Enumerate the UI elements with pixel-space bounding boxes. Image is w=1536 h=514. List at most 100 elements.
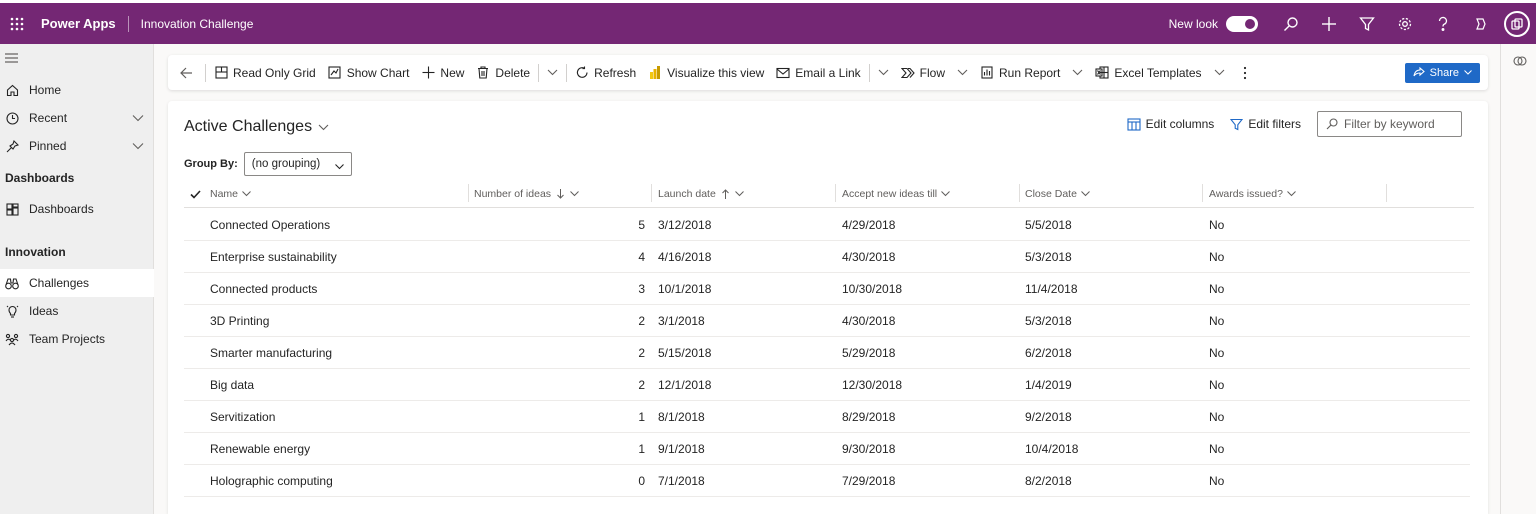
environment-name[interactable]: Innovation Challenge bbox=[141, 17, 254, 31]
edit-columns-button[interactable]: Edit columns bbox=[1127, 117, 1214, 131]
read-only-grid-button[interactable]: Read Only Grid bbox=[208, 55, 322, 90]
waffle-icon[interactable] bbox=[3, 10, 31, 38]
copilot-icon[interactable] bbox=[1462, 5, 1500, 43]
chevron-down-icon[interactable] bbox=[1208, 55, 1231, 90]
chevron-down-icon bbox=[334, 161, 344, 173]
search-icon[interactable] bbox=[1272, 5, 1310, 43]
cell-name[interactable]: Big data bbox=[210, 369, 254, 401]
chevron-down-icon[interactable] bbox=[132, 111, 144, 125]
group-by-select[interactable]: (no grouping) bbox=[243, 152, 352, 176]
column-header-awards-issued[interactable]: Awards issued? bbox=[1209, 180, 1296, 208]
copilot-icon[interactable] bbox=[1513, 54, 1527, 71]
sidebar-item-home[interactable]: Home bbox=[0, 76, 154, 104]
right-rail bbox=[1500, 44, 1536, 514]
binoculars-icon bbox=[5, 276, 19, 290]
show-chart-button[interactable]: Show Chart bbox=[322, 55, 416, 90]
filter-icon bbox=[1230, 118, 1244, 131]
new-look-toggle[interactable] bbox=[1226, 15, 1258, 32]
table-row[interactable]: 3D Printing 2 3/1/2018 4/30/2018 5/3/201… bbox=[184, 305, 1470, 337]
cell-name[interactable]: Connected products bbox=[210, 273, 317, 305]
cell-name[interactable]: Enterprise sustainability bbox=[210, 241, 337, 273]
cell-close-date: 5/5/2018 bbox=[1025, 218, 1072, 232]
table-row[interactable]: Connected products 3 10/1/2018 10/30/201… bbox=[184, 273, 1470, 305]
table-row[interactable]: Smarter manufacturing 2 5/15/2018 5/29/2… bbox=[184, 337, 1470, 369]
view-selector[interactable]: Active Challenges bbox=[184, 118, 329, 136]
sidebar-item-dashboards[interactable]: Dashboards bbox=[0, 195, 154, 223]
select-all-checkbox[interactable] bbox=[190, 180, 201, 208]
table-row[interactable]: Enterprise sustainability 4 4/16/2018 4/… bbox=[184, 241, 1470, 273]
run-report-button[interactable]: Run Report bbox=[974, 55, 1066, 90]
cell-close-date: 6/2/2018 bbox=[1025, 346, 1072, 360]
column-header-name[interactable]: Name bbox=[210, 180, 251, 208]
cell-ideas: 2 bbox=[638, 346, 645, 360]
excel-templates-button[interactable]: Excel Templates bbox=[1089, 55, 1207, 90]
cell-accept-date: 9/30/2018 bbox=[842, 442, 896, 456]
chevron-down-icon[interactable] bbox=[872, 55, 895, 90]
table-row[interactable]: Renewable energy 1 9/1/2018 9/30/2018 10… bbox=[184, 433, 1470, 465]
cell-name[interactable]: Renewable energy bbox=[210, 433, 310, 465]
hamburger-icon[interactable] bbox=[5, 52, 21, 66]
cell-accept-date: 4/30/2018 bbox=[842, 250, 896, 264]
column-header-label: Awards issued? bbox=[1209, 188, 1283, 200]
cell-close-date: 5/3/2018 bbox=[1025, 314, 1072, 328]
account-icon[interactable] bbox=[1504, 10, 1530, 37]
cell-name[interactable]: Connected Operations bbox=[210, 209, 330, 241]
cell-ideas: 0 bbox=[638, 474, 645, 488]
email-link-label: Email a Link bbox=[795, 65, 861, 80]
cell-name[interactable]: 3D Printing bbox=[210, 305, 269, 337]
settings-icon[interactable] bbox=[1386, 5, 1424, 43]
chevron-down-icon bbox=[570, 191, 579, 197]
email-link-button[interactable]: Email a Link bbox=[770, 55, 866, 90]
table-row[interactable]: Holographic computing 0 7/1/2018 7/29/20… bbox=[184, 465, 1470, 497]
share-icon bbox=[1413, 67, 1425, 78]
chevron-down-icon bbox=[1081, 191, 1090, 197]
filter-by-keyword-input[interactable]: Filter by keyword bbox=[1317, 111, 1462, 137]
cell-close-date: 5/3/2018 bbox=[1025, 250, 1072, 264]
filter-icon[interactable] bbox=[1348, 5, 1386, 43]
table-row[interactable]: Big data 2 12/1/2018 12/30/2018 1/4/2019… bbox=[184, 369, 1470, 401]
add-icon[interactable] bbox=[1310, 5, 1348, 43]
visualize-button[interactable]: Visualize this view bbox=[642, 55, 770, 90]
table-row[interactable]: Connected Operations 5 3/12/2018 4/29/20… bbox=[184, 209, 1470, 241]
table-row[interactable]: Servitization 1 8/1/2018 8/29/2018 9/2/2… bbox=[184, 401, 1470, 433]
edit-filters-button[interactable]: Edit filters bbox=[1230, 117, 1301, 131]
chevron-down-icon[interactable] bbox=[132, 139, 144, 153]
column-header-accept-new-ideas-till[interactable]: Accept new ideas till bbox=[842, 180, 950, 208]
new-button[interactable]: New bbox=[415, 55, 470, 90]
cell-launch-date: 9/1/2018 bbox=[658, 442, 705, 456]
divider bbox=[651, 184, 652, 202]
cell-name[interactable]: Holographic computing bbox=[210, 465, 333, 497]
sidebar-item-label: Dashboards bbox=[29, 202, 94, 216]
chevron-down-icon[interactable] bbox=[1066, 55, 1089, 90]
share-button[interactable]: Share bbox=[1404, 62, 1480, 83]
app-name[interactable]: Power Apps bbox=[41, 16, 116, 31]
sidebar-item-challenges[interactable]: Challenges bbox=[0, 269, 154, 297]
sidebar-item-team-projects[interactable]: Team Projects bbox=[0, 325, 154, 353]
sidebar-item-pinned[interactable]: Pinned bbox=[0, 132, 154, 160]
sidebar-item-recent[interactable]: Recent bbox=[0, 104, 154, 132]
new-look-label: New look bbox=[1168, 16, 1218, 31]
sidebar-item-label: Team Projects bbox=[29, 332, 106, 346]
chevron-down-icon bbox=[242, 191, 251, 197]
sidebar-item-ideas[interactable]: Ideas bbox=[0, 297, 154, 325]
pin-icon bbox=[5, 139, 19, 153]
back-button[interactable] bbox=[168, 55, 203, 90]
column-header-close-date[interactable]: Close Date bbox=[1025, 180, 1090, 208]
help-icon[interactable] bbox=[1424, 5, 1462, 43]
cell-accept-date: 5/29/2018 bbox=[842, 346, 896, 360]
cell-name[interactable]: Smarter manufacturing bbox=[210, 337, 332, 369]
delete-button[interactable]: Delete bbox=[470, 55, 536, 90]
chevron-down-icon[interactable] bbox=[951, 55, 974, 90]
chevron-down-icon[interactable] bbox=[541, 55, 564, 90]
cell-name[interactable]: Servitization bbox=[210, 401, 275, 433]
refresh-label: Refresh bbox=[594, 65, 637, 80]
divider bbox=[566, 63, 568, 82]
column-header-launch-date[interactable]: Launch date bbox=[658, 180, 744, 208]
sidebar-item-label: Challenges bbox=[29, 276, 90, 290]
column-header-number-of-ideas[interactable]: Number of ideas bbox=[474, 180, 579, 208]
refresh-button[interactable]: Refresh bbox=[569, 55, 642, 90]
flow-button[interactable]: Flow bbox=[895, 55, 951, 90]
more-commands-icon[interactable] bbox=[1231, 55, 1259, 90]
cell-launch-date: 3/1/2018 bbox=[658, 314, 705, 328]
cell-awards: No bbox=[1209, 378, 1225, 392]
